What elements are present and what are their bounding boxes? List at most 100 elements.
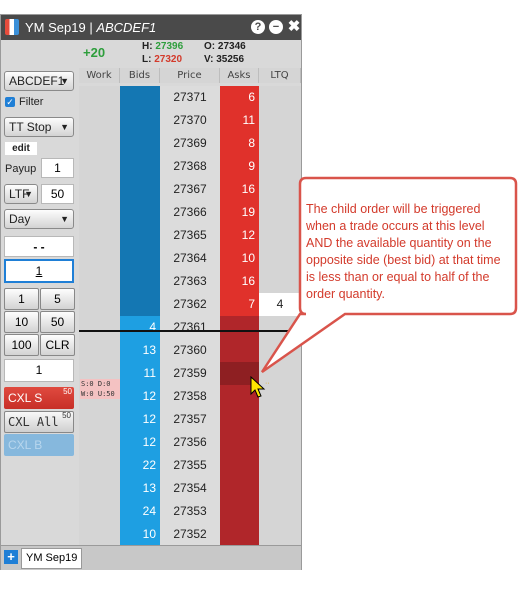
ltq-cell[interactable]	[259, 316, 301, 339]
ltq-cell[interactable]	[259, 224, 301, 247]
ladder-row[interactable]: 27370 11	[79, 109, 301, 132]
bid-cell[interactable]	[120, 178, 160, 201]
bid-cell[interactable]	[120, 270, 160, 293]
ltq-cell[interactable]	[259, 132, 301, 155]
work-cell[interactable]	[79, 155, 120, 178]
ask-cell[interactable]	[220, 431, 259, 454]
ltq-cell[interactable]	[259, 109, 301, 132]
price-cell[interactable]: 27357	[160, 408, 220, 431]
bid-cell[interactable]: 24	[120, 500, 160, 523]
ask-cell[interactable]: 8	[220, 132, 259, 155]
account-dropdown[interactable]: ABCDEF1 ▼	[4, 71, 74, 91]
ladder-row[interactable]: 27369 8	[79, 132, 301, 155]
price-cell[interactable]: 27369	[160, 132, 220, 155]
ltf-input[interactable]: 50	[41, 184, 74, 204]
work-cell[interactable]	[79, 270, 120, 293]
bid-cell[interactable]: 12	[120, 431, 160, 454]
ladder-row[interactable]: 27365 12	[79, 224, 301, 247]
work-cell[interactable]	[79, 477, 120, 500]
ladder-row[interactable]: 13 27354	[79, 477, 301, 500]
bid-cell[interactable]: 12	[120, 408, 160, 431]
work-cell[interactable]	[79, 86, 120, 109]
price-cell[interactable]: 27364	[160, 247, 220, 270]
price-ladder[interactable]: 27371 6 27370 11 27369 8 27368 9 27367 16 27366 19 2…	[79, 86, 301, 546]
bid-cell[interactable]: 22	[120, 454, 160, 477]
ask-cell[interactable]: 7	[220, 293, 259, 316]
ask-cell[interactable]: 16	[220, 178, 259, 201]
work-cell[interactable]	[79, 500, 120, 523]
ltq-cell[interactable]	[259, 408, 301, 431]
title-bar[interactable]: YM Sep19 | ABCDEF1 ? − ✖	[1, 15, 301, 40]
ask-cell[interactable]: 6	[220, 86, 259, 109]
ask-cell[interactable]	[220, 339, 259, 362]
add-tab-button[interactable]: +	[4, 550, 18, 564]
ltq-cell[interactable]	[259, 270, 301, 293]
bid-cell[interactable]	[120, 201, 160, 224]
minimize-icon[interactable]: −	[269, 20, 283, 34]
ladder-row[interactable]: 27367 16	[79, 178, 301, 201]
work-cell[interactable]	[79, 224, 120, 247]
quantity-input[interactable]: 1	[4, 259, 74, 283]
bid-cell[interactable]	[120, 247, 160, 270]
price-cell[interactable]: 27355	[160, 454, 220, 477]
ask-cell[interactable]: 12	[220, 224, 259, 247]
ltq-cell[interactable]	[259, 178, 301, 201]
ask-cell[interactable]	[220, 477, 259, 500]
tif-dropdown[interactable]: Day ▼	[4, 209, 74, 229]
bid-cell[interactable]: 12	[120, 385, 160, 408]
edit-button[interactable]: edit	[5, 142, 37, 155]
ladder-row[interactable]: 27362 7 4	[79, 293, 301, 316]
col-header-asks[interactable]: Asks	[220, 68, 259, 83]
ask-cell[interactable]	[220, 316, 259, 339]
ltq-cell[interactable]	[259, 500, 301, 523]
work-cell[interactable]	[79, 454, 120, 477]
bid-cell[interactable]	[120, 224, 160, 247]
cancel-buys-button[interactable]: CXL B	[4, 434, 74, 456]
ladder-row[interactable]: 10 27352	[79, 523, 301, 546]
payup-input[interactable]: 1	[41, 158, 74, 178]
qty-button-1[interactable]: 1	[4, 288, 39, 310]
ladder-row[interactable]: 13 27360	[79, 339, 301, 362]
price-cell[interactable]: 27354	[160, 477, 220, 500]
col-header-price[interactable]: Price	[160, 68, 220, 83]
work-cell[interactable]	[79, 293, 120, 316]
col-header-ltq[interactable]: LTQ	[259, 68, 301, 83]
ask-cell[interactable]	[220, 408, 259, 431]
bid-cell[interactable]	[120, 132, 160, 155]
cancel-all-button[interactable]: CXL All 50	[4, 411, 74, 433]
work-cell[interactable]	[79, 109, 120, 132]
qty-clear-button[interactable]: CLR	[40, 334, 75, 356]
price-cell[interactable]: 27361	[160, 316, 220, 339]
work-cell[interactable]	[79, 178, 120, 201]
ask-cell[interactable]	[220, 500, 259, 523]
ltq-cell[interactable]	[259, 454, 301, 477]
ltq-cell[interactable]	[259, 477, 301, 500]
ladder-row[interactable]: 12 27356	[79, 431, 301, 454]
help-icon[interactable]: ?	[251, 20, 265, 34]
work-cell[interactable]	[79, 132, 120, 155]
price-cell[interactable]: 27371	[160, 86, 220, 109]
work-cell[interactable]	[79, 339, 120, 362]
qty-button-10[interactable]: 10	[4, 311, 39, 333]
ladder-row[interactable]: 27363 16	[79, 270, 301, 293]
price-cell[interactable]: 27362	[160, 293, 220, 316]
bid-cell[interactable]: 11	[120, 362, 160, 385]
ltq-cell[interactable]	[259, 201, 301, 224]
ask-cell[interactable]: 19	[220, 201, 259, 224]
ladder-row[interactable]: 22 27355	[79, 454, 301, 477]
price-cell[interactable]: 27370	[160, 109, 220, 132]
bid-cell[interactable]	[120, 109, 160, 132]
price-cell[interactable]: 27368	[160, 155, 220, 178]
ladder-row[interactable]: 12 27357	[79, 408, 301, 431]
price-cell[interactable]: 27367	[160, 178, 220, 201]
ladder-row[interactable]: 27364 10	[79, 247, 301, 270]
ladder-row[interactable]: 27371 6	[79, 86, 301, 109]
ltq-cell[interactable]	[259, 247, 301, 270]
ladder-row[interactable]: 27366 19	[79, 201, 301, 224]
ask-cell[interactable]: 16	[220, 270, 259, 293]
bid-cell[interactable]	[120, 155, 160, 178]
price-cell[interactable]: 27359	[160, 362, 220, 385]
price-cell[interactable]: 27365	[160, 224, 220, 247]
ladder-row[interactable]: 27368 9	[79, 155, 301, 178]
ltf-dropdown[interactable]: LTF ▼	[4, 184, 38, 204]
